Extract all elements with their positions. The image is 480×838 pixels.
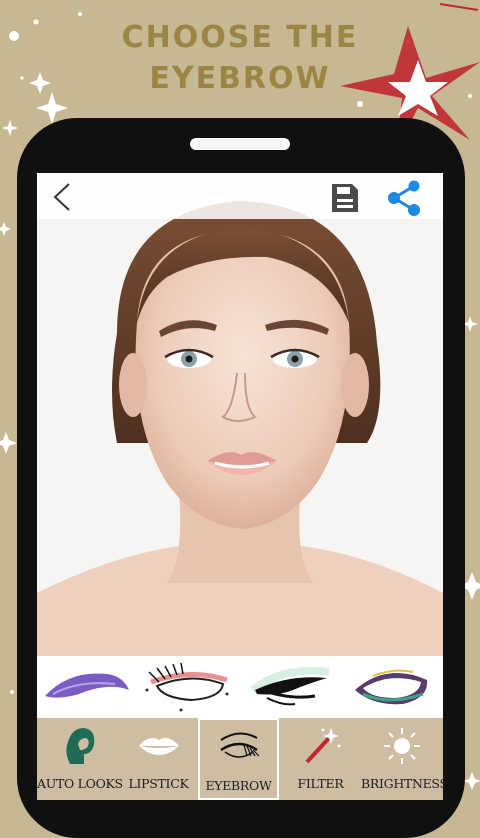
tool-label: LIPSTICK bbox=[128, 776, 189, 791]
tool-label: FILTER bbox=[297, 776, 344, 791]
app-screen: AUTO LOOKS LIPSTICK EYEBROW FILTER BRIGH… bbox=[37, 173, 443, 800]
face-photo[interactable] bbox=[37, 173, 443, 656]
tool-lipstick[interactable]: LIPSTICK bbox=[118, 718, 199, 800]
share-icon[interactable] bbox=[384, 179, 424, 217]
floppy-disk-icon[interactable] bbox=[330, 182, 360, 214]
tool-brightness[interactable]: BRIGHTNESS bbox=[361, 718, 443, 800]
tool-filter[interactable]: FILTER bbox=[280, 718, 361, 800]
headline-line-1: CHOOSE THE bbox=[121, 20, 359, 55]
top-bar bbox=[37, 173, 443, 219]
phone-speaker bbox=[190, 138, 290, 150]
tool-label: AUTO LOOKS bbox=[37, 776, 123, 791]
bottom-toolbar: AUTO LOOKS LIPSTICK EYEBROW FILTER BRIGH… bbox=[37, 718, 443, 800]
eyebrow-style-smoky[interactable] bbox=[343, 660, 439, 714]
eyebrow-styles-strip bbox=[37, 656, 443, 718]
eyebrow-style-lashes[interactable] bbox=[141, 660, 237, 714]
eye-lashes-icon bbox=[219, 732, 259, 758]
eyebrow-style-green-wing[interactable] bbox=[243, 660, 339, 714]
face-profile-icon bbox=[65, 728, 94, 764]
tool-label: BRIGHTNESS bbox=[361, 776, 443, 791]
eyebrow-style-purple[interactable] bbox=[39, 660, 135, 714]
tool-auto-looks[interactable]: AUTO LOOKS bbox=[37, 718, 123, 800]
magic-wand-icon bbox=[305, 728, 340, 764]
tool-eyebrow[interactable]: EYEBROW bbox=[198, 718, 279, 800]
tool-label: EYEBROW bbox=[205, 778, 272, 793]
headline-line-2: EYEBROW bbox=[149, 61, 331, 96]
chevron-left-icon[interactable] bbox=[49, 182, 75, 212]
sun-icon bbox=[383, 728, 420, 764]
lips-icon bbox=[138, 738, 179, 755]
